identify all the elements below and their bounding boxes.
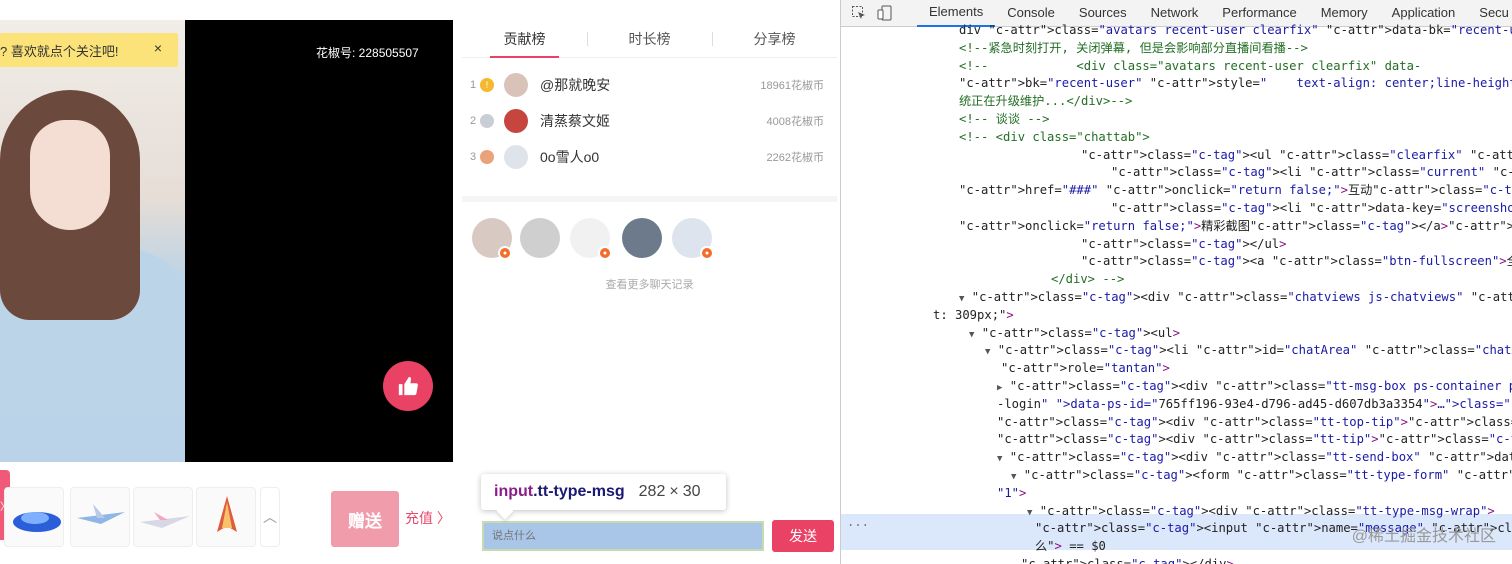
watermark: @稀土掘金技术社区 (1351, 528, 1496, 545)
page: 花椒号: 228505507 ? 喜欢就点个关注吧! × 贡献榜 时长榜 分享榜… (0, 0, 1512, 564)
inspect-tooltip: input .tt-type-msg 282 × 30 (481, 474, 726, 510)
dom-tree-line[interactable]: div "c-attr">class="avatars recent-user … (959, 22, 1512, 40)
dom-tree-line[interactable]: "c-attr">class="c-tag"><a "c-attr">class… (1081, 253, 1512, 271)
close-icon[interactable]: × (154, 40, 162, 56)
dom-tree-line[interactable]: "c-attr">class="c-tag"></div> (1021, 556, 1234, 564)
dom-tree-line[interactable]: ▼ "c-attr">class="c-tag"><div "c-attr">c… (959, 289, 1512, 309)
dom-tree-line[interactable]: t: 309px;"> (933, 307, 1014, 325)
gift-item[interactable] (133, 487, 193, 547)
dom-tree-line[interactable]: "c-attr">class="c-tag"><ul "c-attr">clas… (1081, 147, 1512, 165)
jet-gift-icon (140, 512, 190, 528)
like-button[interactable] (383, 361, 433, 411)
message-input[interactable] (482, 521, 764, 551)
gift-item[interactable] (70, 487, 130, 547)
medal-icon: ! (480, 78, 494, 92)
room-number: 花椒号: 228505507 (316, 46, 419, 60)
rank-value: 4008花椒币 (766, 116, 824, 128)
dom-tree-line[interactable]: "c-attr">bk="recent-user" "c-attr">style… (959, 75, 1512, 93)
follow-prompt-text: ? 喜欢就点个关注吧! (0, 43, 119, 59)
chevron-up-icon[interactable]: ︿ (260, 487, 280, 547)
avatar[interactable] (504, 145, 528, 169)
send-gift-button[interactable]: 赠送 (331, 491, 399, 547)
gift-bar: 〉 ︿ 赠送 充值 (0, 462, 453, 564)
dom-tree-line[interactable]: <!-- <div class="avatars recent-user cle… (959, 58, 1421, 76)
avatar[interactable] (520, 218, 560, 258)
rank-row[interactable]: 2 清蒸蔡文姬 4008花椒币 (470, 103, 830, 139)
chat-panel: ● ● ● 查看更多聊天记录 (462, 196, 837, 456)
dom-tree-line[interactable]: 么"> == $0 (1035, 538, 1106, 556)
avatar[interactable] (622, 218, 662, 258)
rocket-gift-icon (217, 496, 237, 532)
expand-triangle-icon: ▼ (1011, 472, 1017, 482)
rank-user-name: 0o雪人o0 (540, 149, 600, 165)
rank-value: 18961花椒币 (760, 80, 824, 92)
gift-item[interactable] (196, 487, 256, 547)
dom-tree-line[interactable]: 统正在升级维护...</div>--> (959, 93, 1132, 111)
recharge-link[interactable]: 充值 〉 (405, 508, 451, 528)
live-page: 花椒号: 228505507 ? 喜欢就点个关注吧! × 贡献榜 时长榜 分享榜… (0, 0, 840, 564)
dom-tree-line[interactable]: "c-attr">role="tantan"> (1001, 360, 1170, 378)
dom-tree-line[interactable]: "c-attr">class="c-tag"><div "c-attr">cla… (997, 414, 1512, 432)
dom-tree-line[interactable]: "c-attr">class="c-tag"><div "c-attr">cla… (997, 431, 1512, 449)
badge-icon: ● (598, 246, 612, 260)
dom-tree-line[interactable]: <!-- 谈谈 --> (959, 111, 1049, 129)
rank-panel: 贡献榜 时长榜 分享榜 1 ! @那就晚安 18961花椒币 2 清蒸蔡文姬 4… (462, 20, 837, 192)
tab-share[interactable]: 分享榜 (712, 20, 837, 57)
dom-tree-line[interactable]: "1"> (997, 485, 1026, 503)
rank-tabs: 贡献榜 时长榜 分享榜 (462, 20, 837, 58)
tab-contribution[interactable]: 贡献榜 (462, 20, 587, 58)
dom-tree-line[interactable]: <!--紧急时刻打开, 关闭弹幕, 但是会影响部分直播间看播--> (959, 40, 1308, 58)
send-button[interactable]: 发送 (772, 520, 834, 552)
dom-tree-line[interactable]: "c-attr">onclick="return false;">精彩截图"c-… (959, 218, 1512, 236)
dom-tree-line[interactable]: ▼ "c-attr">class="c-tag"><form "c-attr">… (1011, 467, 1512, 487)
thumbs-up-icon (398, 376, 418, 396)
expand-triangle-icon: ▼ (959, 294, 965, 304)
more-icon[interactable]: ... (847, 514, 869, 532)
send-box: 发送 (462, 504, 840, 564)
medal-icon (480, 150, 494, 164)
rank-value: 2262花椒币 (766, 152, 824, 164)
streamer-video (0, 20, 185, 462)
dom-tree-line[interactable]: "c-attr">href="###" "c-attr">onclick="re… (959, 182, 1512, 200)
video-player[interactable]: 花椒号: 228505507 (0, 20, 453, 462)
expand-triangle-icon: ▼ (997, 454, 1003, 465)
expand-triangle-icon: ▶ (997, 383, 1003, 393)
dom-tree-line[interactable]: "c-attr">class="c-tag"><li "c-attr">data… (1111, 200, 1512, 218)
expand-triangle-icon: ▼ (985, 347, 991, 358)
tab-duration[interactable]: 时长榜 (587, 20, 712, 57)
rank-user-name: @那就晚安 (540, 77, 611, 93)
plane-gift-icon (77, 504, 125, 524)
dom-tree-line[interactable]: "c-attr">class="c-tag"><li "c-attr">clas… (1111, 164, 1512, 182)
expand-triangle-icon: ▼ (1027, 507, 1033, 518)
dom-tree-line[interactable]: -login" ">data-ps-id="765ff196-93e4-d796… (997, 396, 1512, 414)
rank-row[interactable]: 1 ! @那就晚安 18961花椒币 (470, 67, 830, 103)
dom-tree-line[interactable]: ▼ "c-attr">class="c-tag"><div "c-attr">c… (997, 449, 1512, 469)
avatar[interactable] (504, 73, 528, 97)
rank-user-name: 清蒸蔡文姬 (540, 113, 610, 129)
devtools-panel: Elements Console Sources Network Perform… (840, 0, 1512, 564)
element-size: 282 × 30 (638, 483, 701, 500)
badge-icon: ● (498, 246, 512, 260)
badge-icon: ● (700, 246, 714, 260)
avatar[interactable] (504, 109, 528, 133)
rank-row[interactable]: 3 0o雪人o0 2262花椒币 (470, 139, 830, 175)
device-toggle-icon[interactable] (877, 5, 893, 21)
medal-icon (480, 114, 494, 128)
more-history-link[interactable]: 查看更多聊天记录 (462, 276, 837, 292)
dom-tree-line[interactable]: </div> --> (1051, 271, 1124, 289)
expand-triangle-icon: ▼ (969, 329, 975, 340)
gift-item[interactable] (4, 487, 64, 547)
dom-tree-line[interactable]: <!-- <div class="chattab"> (959, 129, 1150, 147)
inspect-icon[interactable] (851, 5, 867, 21)
car-gift-icon (13, 512, 61, 532)
dom-tree: ... div "c-attr">class="avatars recent-u… (841, 23, 1512, 564)
follow-prompt: ? 喜欢就点个关注吧! × (0, 33, 178, 67)
dom-tree-line[interactable]: "c-attr">class="c-tag"></ul> (1081, 236, 1286, 254)
